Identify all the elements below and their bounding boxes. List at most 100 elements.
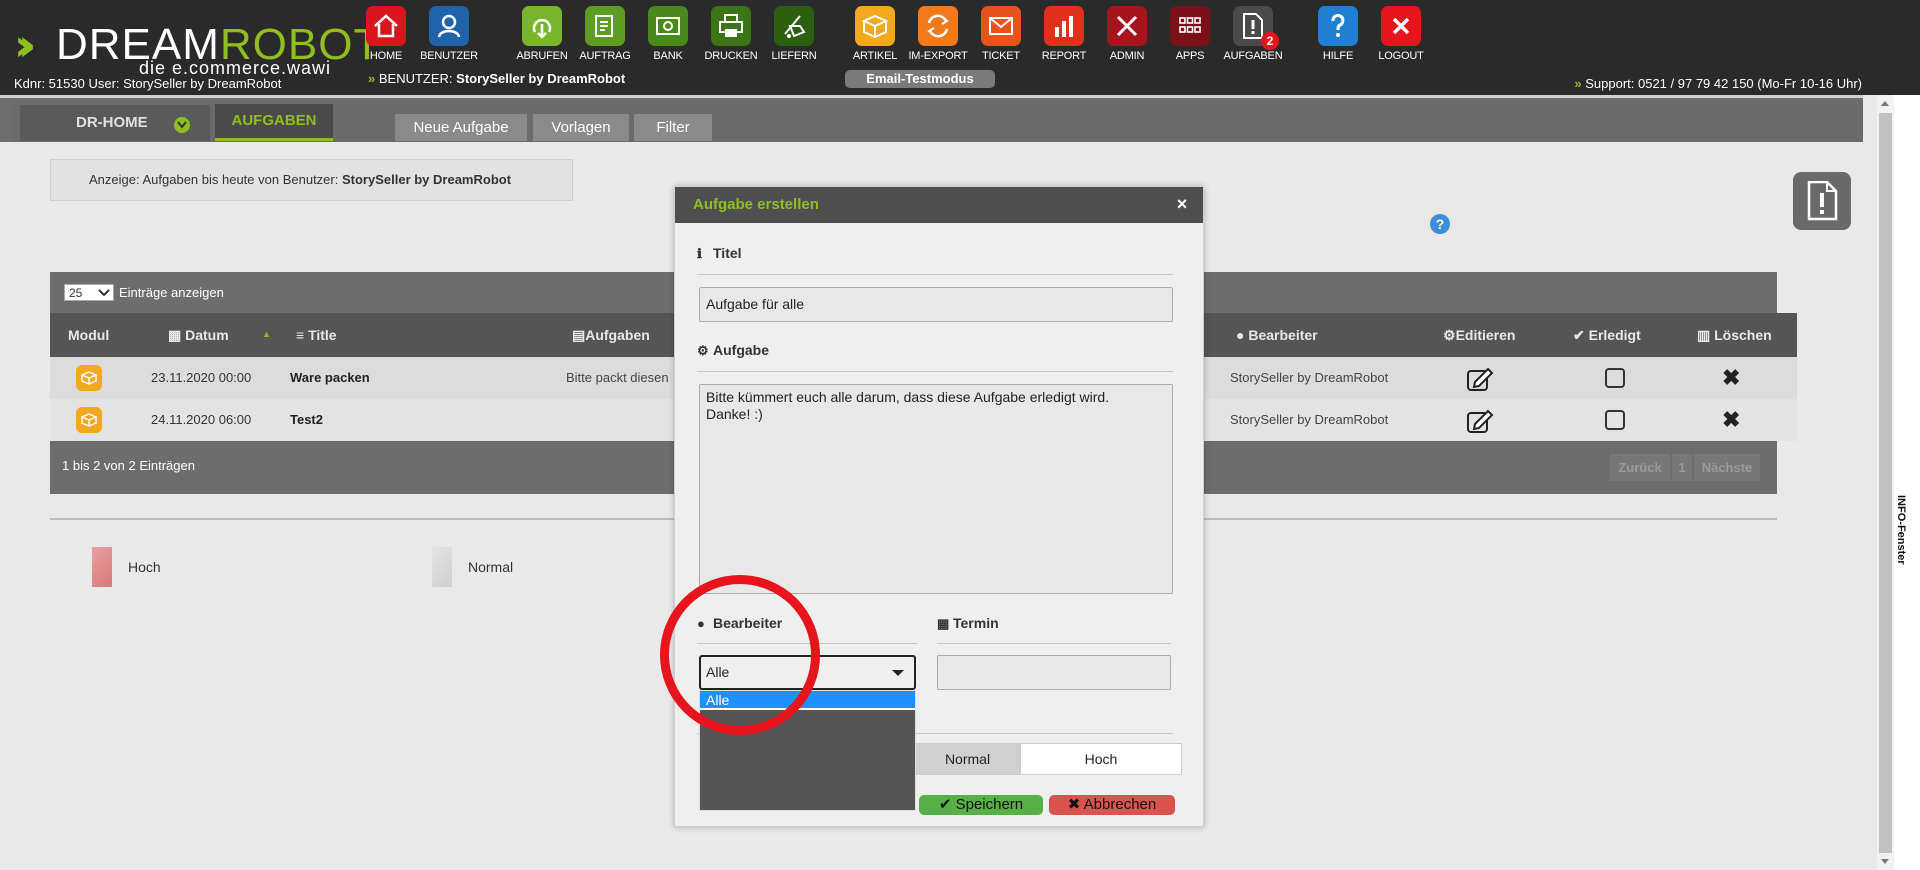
table-info: 1 bis 2 von 2 Einträgen [62, 458, 195, 473]
termin-label: ▦ Termin [937, 615, 999, 631]
pagination-page[interactable]: 1 [1672, 454, 1692, 481]
customer-info: Kdnr: 51530 User: StorySeller by DreamRo… [14, 76, 282, 91]
filter-button[interactable]: Filter [634, 114, 712, 141]
edit-icon[interactable] [1466, 366, 1494, 395]
caret-down-icon [892, 670, 904, 676]
file-icon: ▤ [572, 327, 586, 343]
info-window-panel[interactable]: INFO-Fenster [1894, 95, 1920, 870]
grid-icon [1170, 6, 1210, 46]
priority-normal-button[interactable]: Normal [915, 743, 1020, 775]
done-checkbox[interactable] [1605, 410, 1625, 430]
nav-ticket[interactable]: TICKET [970, 6, 1032, 62]
column-bearbeiter[interactable]: ● Bearbeiter [1236, 313, 1318, 357]
row-title: Ware packen [290, 370, 370, 385]
nav-hilfe[interactable]: HILFE [1307, 6, 1369, 62]
nav-benutzer[interactable]: BENUTZER [418, 6, 480, 62]
column-editieren[interactable]: ⚙Editieren [1443, 313, 1515, 357]
nav-home[interactable]: HOME [355, 6, 417, 62]
legend-label-hoch: Hoch [128, 559, 161, 575]
user-icon: ● [1236, 327, 1249, 343]
close-icon[interactable]: × [1173, 195, 1191, 213]
sync-icon [918, 6, 958, 46]
sort-asc-icon[interactable]: ▲ [262, 312, 271, 356]
column-aufgaben[interactable]: ▤Aufgaben [572, 313, 650, 357]
new-task-button[interactable]: Neue Aufgabe [395, 114, 527, 141]
tab-dr-home[interactable]: DR-HOME [20, 105, 210, 141]
tab-aufgaben[interactable]: AUFGABEN [215, 104, 333, 141]
nav-artikel[interactable]: ARTIKEL [844, 6, 906, 62]
print-icon [711, 6, 751, 46]
nav-drucken[interactable]: DRUCKEN [700, 6, 762, 62]
page-size-label: Einträge anzeigen [119, 285, 224, 300]
scrollbar-thumb[interactable] [1879, 113, 1892, 853]
mail-icon [981, 6, 1021, 46]
nav-auftrag[interactable]: AUFTRAG [574, 6, 636, 62]
list-icon: ≡ [296, 327, 309, 343]
column-modul[interactable]: Modul [68, 313, 109, 357]
edit-icon[interactable] [1466, 408, 1494, 437]
save-button[interactable]: ✔ Speichern [919, 795, 1043, 815]
chevron-down-icon[interactable] [174, 117, 190, 133]
nav-label: AUFGABEN [1223, 50, 1283, 62]
chevron-icon: » [1574, 76, 1582, 91]
chart-icon [1044, 6, 1084, 46]
column-loeschen[interactable]: ▥ Löschen [1697, 313, 1772, 357]
logout-icon [1381, 6, 1421, 46]
nav-bank[interactable]: BANK [637, 6, 699, 62]
title-input[interactable]: Aufgabe für alle [699, 287, 1173, 322]
home-icon [366, 6, 406, 46]
priority-high-button[interactable]: Hoch [1020, 743, 1182, 775]
column-erledigt[interactable]: ✔ Erledigt [1573, 313, 1641, 357]
bank-icon [648, 6, 688, 46]
column-datum[interactable]: ▦ Datum [168, 313, 229, 357]
dialog-header: Aufgabe erstellen × [675, 187, 1203, 223]
task-description-textarea[interactable]: Bitte kümmert euch alle darum, dass dies… [699, 384, 1173, 594]
nav-label: LIEFERN [771, 50, 817, 62]
top-bar: ›› DREAMROBOT die e.commerce.wawi Kdnr: … [0, 0, 1920, 95]
check-icon: ✔ [1573, 327, 1589, 343]
column-title[interactable]: ≡ Title [296, 313, 337, 357]
templates-button[interactable]: Vorlagen [533, 114, 629, 141]
calendar-icon: ▦ [168, 327, 186, 343]
nav-apps[interactable]: APPS [1159, 6, 1221, 62]
row-bearbeiter: StorySeller by DreamRobot [1230, 370, 1389, 385]
titel-label: ℹ Titel [697, 245, 742, 261]
box-icon [76, 365, 102, 391]
nav-aufgaben[interactable]: 2 AUFGABEN [1222, 6, 1284, 62]
logo[interactable]: ›› DREAMROBOT die e.commerce.wawi [14, 14, 380, 78]
pagination-prev[interactable]: Zurück [1610, 454, 1670, 481]
nav-label: DRUCKEN [704, 50, 758, 62]
chevron-icon: » [368, 71, 376, 86]
nav-admin[interactable]: ADMIN [1096, 6, 1158, 62]
scroll-up-icon[interactable] [1881, 101, 1889, 106]
row-datum: 23.11.2020 00:00 [151, 370, 252, 385]
page-size-select[interactable]: 25 [64, 284, 114, 301]
help-icon[interactable]: ? [1430, 214, 1450, 234]
done-checkbox[interactable] [1605, 368, 1625, 388]
check-icon: ✔ [938, 796, 956, 813]
delete-icon[interactable]: ✖ [1722, 367, 1740, 389]
divider [697, 371, 1173, 372]
due-date-input[interactable] [937, 655, 1171, 690]
nav-report[interactable]: REPORT [1033, 6, 1095, 62]
cancel-button[interactable]: ✖ Abbrechen [1049, 795, 1175, 815]
gear-icon: ⚙ [697, 343, 709, 358]
legend-label-normal: Normal [468, 559, 514, 575]
nav-abrufen[interactable]: ABRUFEN [511, 6, 573, 62]
notification-badge: 2 [1261, 32, 1279, 50]
info-panel-toggle-icon[interactable] [1793, 172, 1851, 230]
scroll-down-icon[interactable] [1881, 859, 1889, 864]
nav-liefern[interactable]: LIEFERN [763, 6, 825, 62]
nav-logout[interactable]: LOGOUT [1370, 6, 1432, 62]
divider [937, 643, 1171, 644]
sub-navigation: DR-HOME AUFGABEN Neue Aufgabe Vorlagen F… [0, 95, 1863, 142]
nav-im-export[interactable]: IM-EXPORT [907, 6, 969, 62]
pagination-next[interactable]: Nächste [1694, 454, 1760, 481]
delete-icon[interactable]: ✖ [1722, 409, 1740, 431]
page-scrollbar[interactable] [1877, 95, 1894, 870]
nav-label: IM-EXPORT [908, 50, 968, 62]
order-icon [585, 6, 625, 46]
nav-label: BANK [653, 50, 683, 62]
row-aufgabe: Bitte packt diesen [566, 370, 669, 385]
nav-label: HOME [369, 50, 403, 62]
